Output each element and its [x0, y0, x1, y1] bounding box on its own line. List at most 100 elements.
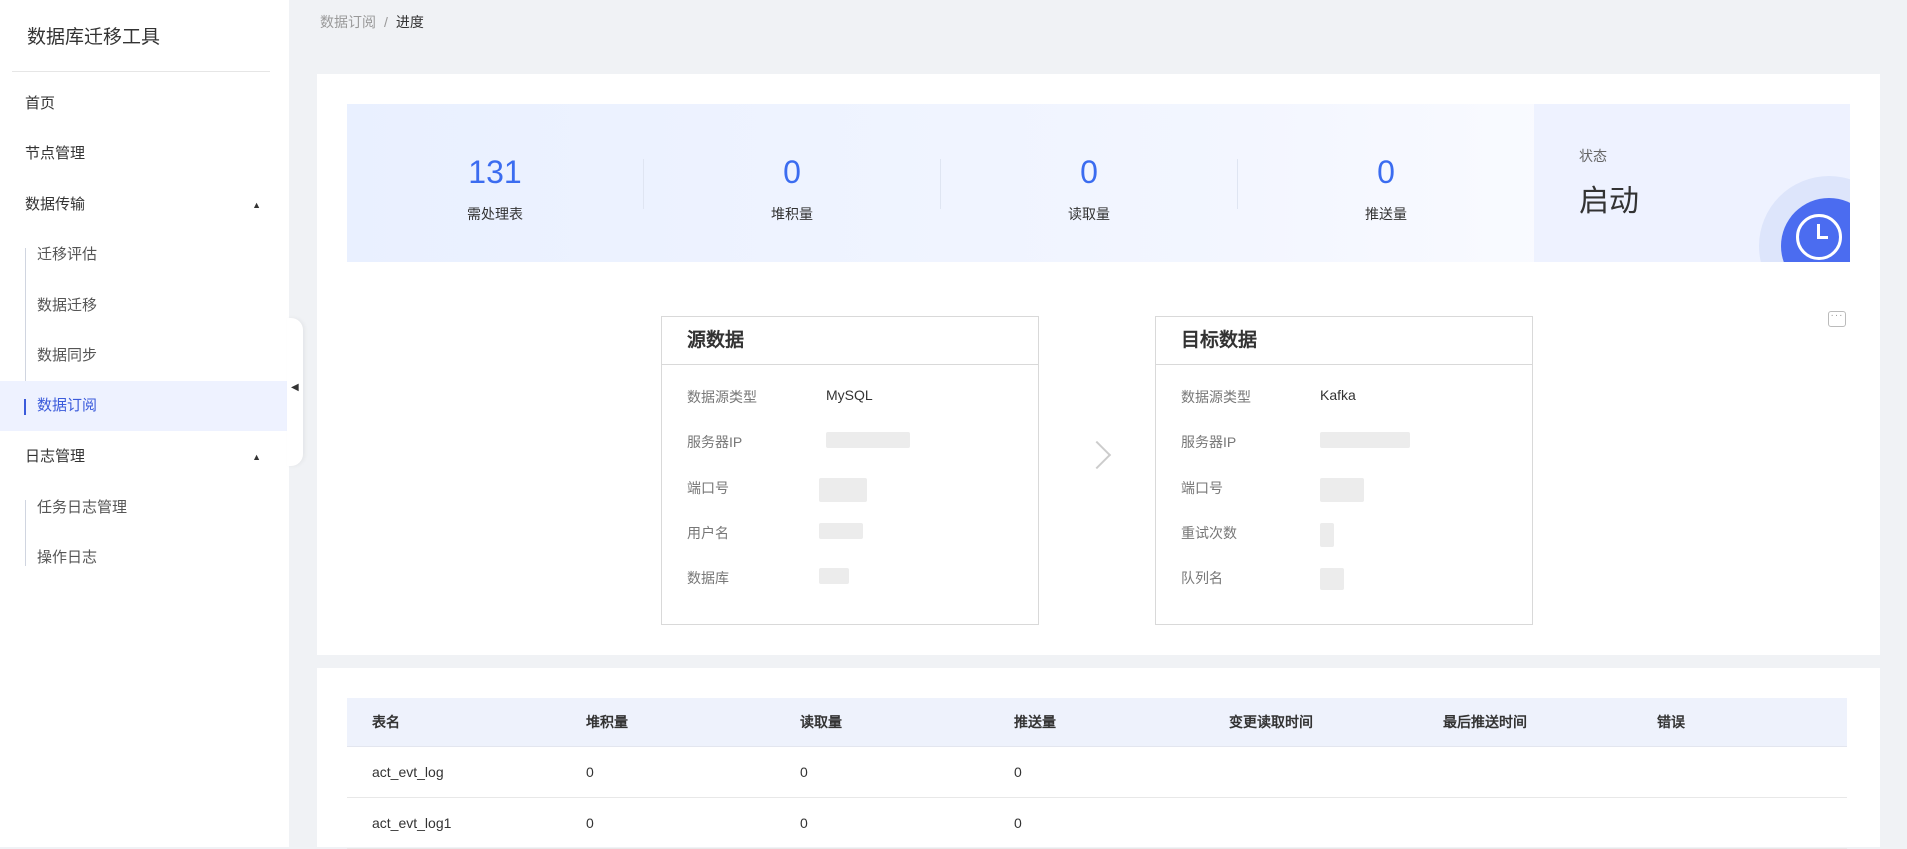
table-cell: act_evt_log [372, 764, 444, 780]
field-label: 服务器IP [687, 434, 743, 450]
sidebar-collapse-handle[interactable]: ◀ [287, 318, 303, 466]
column-header: 变更读取时间 [1229, 714, 1313, 730]
sidebar-item-label: 数据迁移 [37, 297, 98, 314]
app-title: 数据库迁移工具 [27, 27, 161, 48]
redacted-value [1320, 432, 1410, 451]
column-header: 表名 [372, 714, 400, 730]
status-value: 启动 [1579, 185, 1639, 218]
chevron-right-icon [1082, 440, 1112, 470]
sidebar-item-home[interactable]: 首页 [0, 79, 289, 129]
sidebar-item-label: 迁移评估 [37, 246, 98, 263]
redacted-value [819, 478, 867, 505]
table-cell: 0 [800, 815, 808, 831]
column-header: 错误 [1657, 714, 1685, 730]
stat-label: 需处理表 [467, 206, 523, 222]
sidebar-item-data-sync[interactable]: 数据同步 [0, 331, 289, 381]
table-panel: 表名 堆积量 读取量 推送量 变更读取时间 最后推送时间 错误 act_evt_… [317, 668, 1880, 849]
sidebar-item-label: 首页 [25, 95, 56, 112]
redacted-value [826, 432, 910, 451]
redacted-value [1320, 478, 1364, 505]
target-port-row: 端口号 [1181, 478, 1364, 502]
sidebar-item-label: 节点管理 [25, 145, 86, 162]
stat-value: 0 [1080, 154, 1098, 190]
table-row[interactable]: act_evt_log 0 0 0 [347, 747, 1847, 798]
sidebar-group-data-transfer[interactable]: 数据传输 ▲ [0, 180, 289, 230]
sidebar-item-data-migration[interactable]: 数据迁移 [0, 281, 289, 331]
stat-read: 0 读取量 [941, 104, 1237, 262]
source-type-row: 数据源类型 MySQL [687, 387, 873, 407]
field-label: 端口号 [1181, 480, 1223, 496]
sidebar-item-label: 操作日志 [37, 549, 98, 566]
target-retry-row: 重试次数 [1181, 523, 1334, 547]
sidebar-item-task-logs[interactable]: 任务日志管理 [0, 483, 289, 533]
stat-label: 推送量 [1365, 206, 1407, 222]
target-ip-row: 服务器IP [1181, 432, 1410, 452]
stat-value: 0 [783, 154, 801, 190]
source-port-row: 端口号 [687, 478, 867, 502]
caret-up-icon: ▲ [252, 200, 261, 210]
target-type-row: 数据源类型 Kafka [1181, 387, 1356, 407]
target-card: 目标数据 数据源类型 Kafka 服务器IP 端口号 重试次数 队列名 [1155, 316, 1533, 625]
caret-left-icon: ◀ [291, 382, 299, 393]
column-header: 堆积量 [586, 714, 628, 730]
table-cell: 0 [586, 815, 594, 831]
table-cell: 0 [1014, 815, 1022, 831]
progress-panel: 131 需处理表 0 堆积量 0 读取量 0 推送量 状态 启动 ··· 源数据… [317, 74, 1880, 655]
sidebar-divider [12, 71, 270, 72]
sidebar-item-data-subscription[interactable]: 数据订阅 [0, 381, 289, 431]
column-header: 读取量 [800, 714, 842, 730]
status-label: 状态 [1579, 148, 1607, 164]
stat-value: 131 [468, 154, 522, 190]
sidebar-item-nodes[interactable]: 节点管理 [0, 129, 289, 179]
more-icon[interactable]: ··· [1828, 311, 1846, 327]
stat-pushed: 0 推送量 [1238, 104, 1534, 262]
field-label: 服务器IP [1181, 434, 1237, 450]
sidebar-item-label: 数据同步 [37, 347, 98, 364]
redacted-value [819, 523, 863, 542]
sidebar-item-migration-assessment[interactable]: 迁移评估 [0, 230, 289, 280]
field-label: 数据源类型 [1181, 389, 1251, 405]
redacted-value [1320, 523, 1334, 550]
clock-icon [1796, 214, 1842, 260]
breadcrumb: 数据订阅 / 进度 [320, 12, 424, 32]
table-row[interactable]: act_evt_log1 0 0 0 [347, 798, 1847, 849]
field-label: 数据源类型 [687, 389, 757, 405]
field-label: 重试次数 [1181, 525, 1237, 541]
breadcrumb-current: 进度 [395, 14, 424, 30]
card-title: 目标数据 [1156, 317, 1532, 365]
source-ip-row: 服务器IP [687, 432, 910, 452]
stat-label: 堆积量 [771, 206, 813, 222]
table-cell: 0 [1014, 764, 1022, 780]
column-header: 最后推送时间 [1443, 714, 1527, 730]
table-cell: 0 [586, 764, 594, 780]
redacted-value [819, 568, 849, 587]
target-queue-row: 队列名 [1181, 568, 1344, 590]
field-value: MySQL [826, 387, 873, 403]
active-indicator [24, 399, 26, 415]
field-value: Kafka [1320, 387, 1356, 403]
stat-pending-tables: 131 需处理表 [347, 104, 643, 262]
caret-up-icon: ▲ [252, 452, 261, 462]
sidebar-item-label: 任务日志管理 [37, 499, 128, 516]
stat-value: 0 [1377, 154, 1395, 190]
progress-table: 表名 堆积量 读取量 推送量 变更读取时间 最后推送时间 错误 act_evt_… [347, 698, 1847, 849]
sidebar-group-log-management[interactable]: 日志管理 ▲ [0, 432, 289, 482]
field-label: 端口号 [687, 480, 729, 496]
field-label: 数据库 [687, 570, 729, 586]
table-cell: act_evt_log1 [372, 815, 452, 831]
stat-backlog: 0 堆积量 [644, 104, 940, 262]
stat-label: 读取量 [1068, 206, 1110, 222]
table-cell: 0 [800, 764, 808, 780]
field-label: 队列名 [1181, 570, 1223, 586]
table-header: 表名 堆积量 读取量 推送量 变更读取时间 最后推送时间 错误 [347, 698, 1847, 747]
sidebar-item-label: 日志管理 [25, 448, 86, 465]
breadcrumb-separator: / [384, 14, 388, 30]
sidebar-item-operation-logs[interactable]: 操作日志 [0, 533, 289, 583]
source-user-row: 用户名 [687, 523, 863, 543]
breadcrumb-parent[interactable]: 数据订阅 [320, 14, 376, 30]
sidebar: 数据库迁移工具 首页 节点管理 数据传输 ▲ 迁移评估 数据迁移 数据同步 数据… [0, 0, 289, 847]
source-database-row: 数据库 [687, 568, 849, 588]
sidebar-item-label: 数据订阅 [37, 397, 98, 414]
sidebar-item-label: 数据传输 [25, 196, 86, 213]
column-header: 推送量 [1014, 714, 1056, 730]
